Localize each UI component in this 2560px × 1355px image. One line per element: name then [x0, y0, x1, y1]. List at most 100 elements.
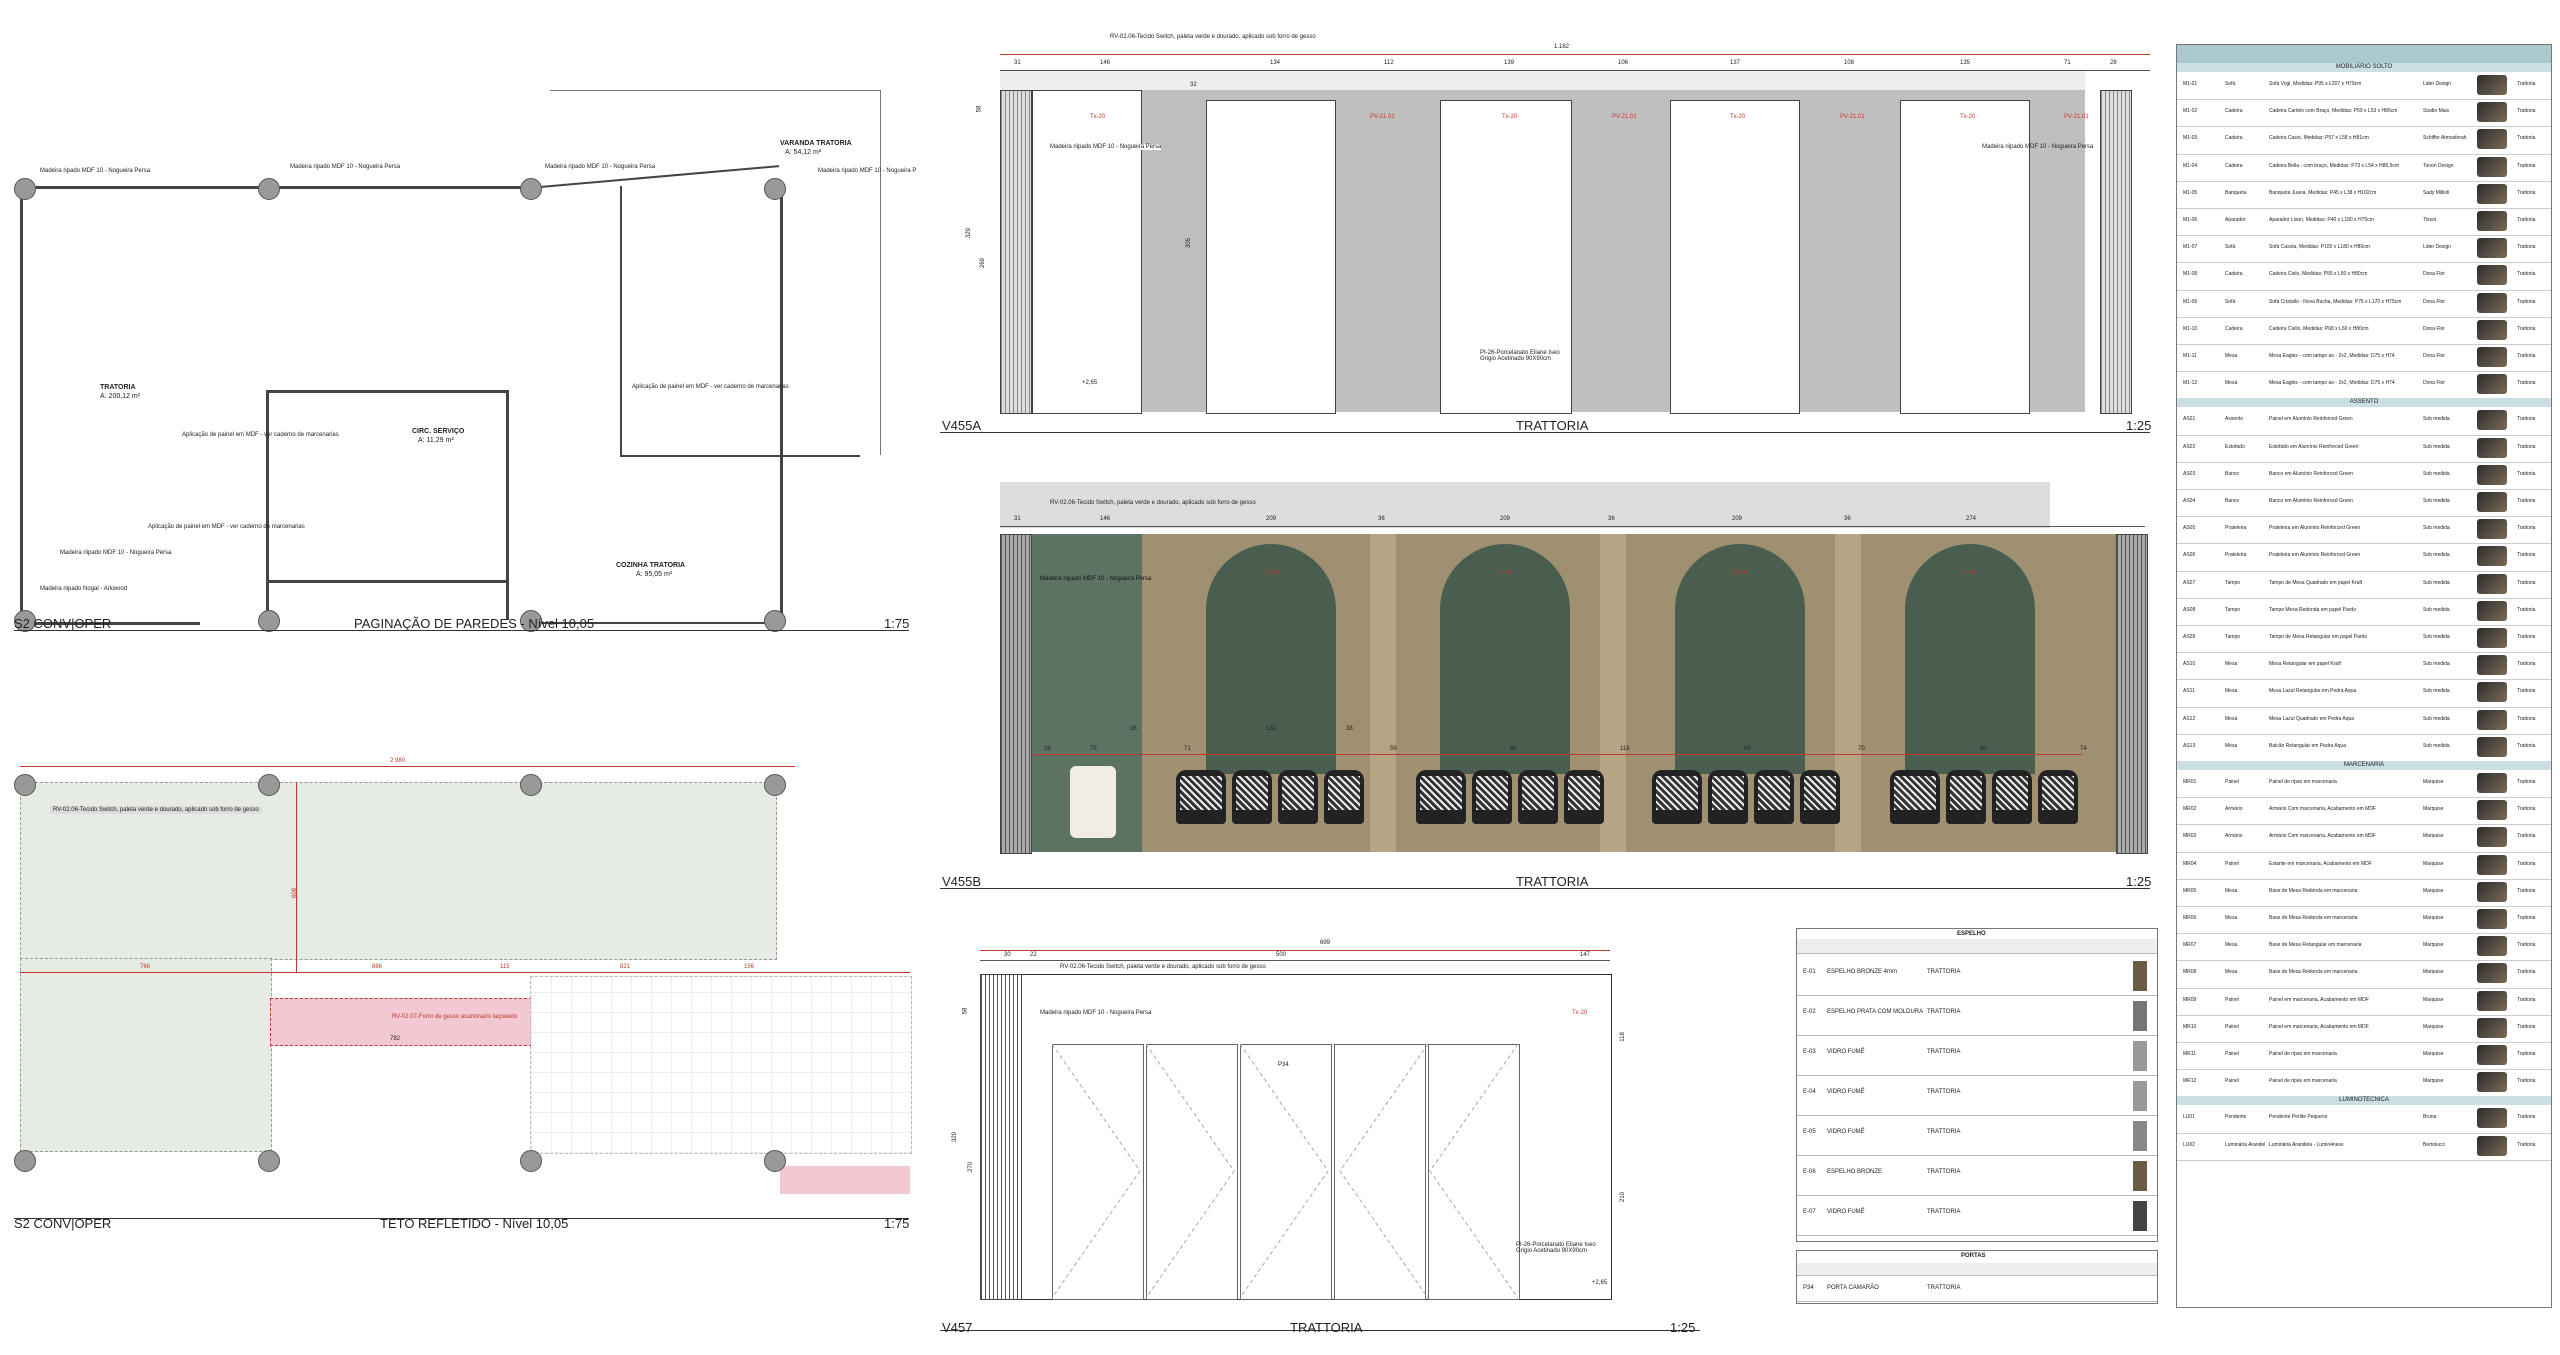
cell-supplier: Dona Flor: [2423, 380, 2445, 387]
room-name: VARANDA TRATORIA: [780, 140, 852, 147]
armchair: [1992, 770, 2032, 824]
cell-item: Sofá: [2225, 298, 2236, 305]
cell-code: M1-10: [2183, 325, 2198, 332]
dimension-label: 156: [744, 964, 755, 970]
dimension-label: 80: [1510, 746, 1517, 752]
furniture-thumbnail: [2477, 881, 2507, 902]
furniture-thumbnail: [2477, 238, 2507, 259]
vertical-dimension: 118: [1619, 1032, 1626, 1042]
cell-item: Painel: [2225, 1023, 2239, 1030]
slatted-wood-panel: [1000, 90, 1032, 414]
material-thumbnail: [2133, 961, 2147, 991]
furniture-thumbnail: [2477, 800, 2507, 821]
cell-desc: Armário Com marcenaria, Acabamento em MD…: [2269, 806, 2376, 813]
dimension-label: 29: [1044, 746, 1051, 752]
schedule-row: M1-08 Cadeira Cadeira Cielo, Medidas: P55 …: [2177, 262, 2551, 291]
armchair: [1800, 770, 1840, 824]
furniture-thumbnail: [2477, 628, 2507, 648]
schedule-row: AS04 Banco Banco em Alumínio Reinforced Gr…: [2177, 489, 2551, 518]
dimension-line: [1000, 526, 2145, 527]
vertical-dimension: 269: [980, 257, 987, 269]
wall-veranda-outline: [550, 90, 880, 91]
cell-code: M1-07: [2183, 244, 2198, 251]
drawing-title: TRATTORIA: [1290, 1320, 1363, 1335]
finish-tag: PV-21.01: [2064, 114, 2089, 120]
cell-loc: Trattoria: [2517, 217, 2536, 223]
cell-supplier: Marquise: [2423, 1023, 2444, 1030]
cell-loc: TRATTORIA: [1927, 1089, 1961, 1095]
material-thumbnail: [2133, 1041, 2147, 1071]
cell-code: AS11: [2183, 688, 2195, 695]
cell-loc: Trattoria: [2517, 298, 2536, 305]
dimension-line: [296, 782, 297, 972]
furniture-thumbnail: [2477, 655, 2507, 676]
cell-item: Cadeira: [2225, 271, 2243, 278]
cell-desc: Cadeira Casio, Medidas: P57 x L58 x H81c…: [2269, 135, 2369, 142]
wall-north: [20, 186, 540, 189]
cell-loc: Trattoria: [2517, 779, 2536, 785]
cell-supplier: Sob medida: [2423, 634, 2450, 640]
cell-supplier: Sob medida: [2423, 579, 2450, 586]
cell-loc: Trattoria: [2517, 271, 2536, 278]
furniture-thumbnail: [2477, 319, 2507, 340]
cell-supplier: Sob medida: [2423, 416, 2450, 423]
dimension-label: 132: [1266, 726, 1277, 732]
cell-supplier: Bruna: [2423, 1114, 2437, 1121]
cell-item: Aparador: [2225, 217, 2246, 223]
cell-code: MR12: [2183, 1078, 2197, 1085]
schedule-row: M1-10 Cadeira Cadeira Ciello, Medidas: P68…: [2177, 317, 2551, 345]
cell-loc: Trattoria: [2517, 498, 2536, 504]
cell-supplier: Sob medida: [2423, 715, 2450, 722]
drawing-scale: 1:25: [2126, 874, 2152, 889]
dimension-label: 147: [1580, 952, 1591, 958]
arched-niche: [1206, 544, 1336, 774]
material-note: PI-26-Porcelanato Eliane Iseo Grigio Ace…: [1480, 350, 1570, 362]
cell-supplier: Marquise: [2423, 833, 2444, 840]
cell-item: Banco: [2225, 470, 2240, 477]
cell-supplier: Sob medida: [2423, 552, 2450, 559]
schedule-row: MR04 Painel Estante em marcenaria, Acabame…: [2177, 852, 2551, 880]
cell-item: Tampo: [2225, 634, 2241, 640]
cell-loc: TRATTORIA: [1927, 1209, 1961, 1215]
elevation-v455a: RV-02.06-Tecido Switch, paleta verde e d…: [940, 20, 2152, 440]
furniture-thumbnail: [2477, 265, 2507, 286]
material-note: Madeira riipado MDF 10 - Nogueira Persa: [60, 550, 172, 556]
cell-loc: Trattoria: [2517, 688, 2536, 695]
armchair: [1416, 770, 1466, 824]
cell-desc: Armário Com marcenaria, Acabamento em MD…: [2269, 833, 2376, 840]
finish-tag: Tx-20: [1262, 570, 1278, 576]
room-name: TRATORIA: [100, 384, 136, 391]
cell-loc: Trattoria: [2517, 606, 2536, 613]
cell-item: Cadeira: [2225, 135, 2243, 142]
cell-loc: Trattoria: [2517, 715, 2536, 722]
cell-desc: Painel de ripas em marcenaria: [2269, 779, 2337, 785]
dimension-label: 821: [620, 964, 631, 970]
drawing-scale: 1:25: [2126, 418, 2152, 433]
finish-tag: PV-21.01: [1840, 114, 1865, 120]
wall-panel: [1440, 100, 1572, 414]
dimension-label: 866: [372, 964, 383, 970]
room-area: A: 11,29 m²: [418, 437, 454, 444]
dimension-label: 28: [2110, 60, 2117, 66]
furniture-thumbnail: [2477, 600, 2507, 621]
drawing-scale: 1:75: [884, 616, 910, 631]
cell-supplier: Sady Millioli: [2423, 189, 2450, 196]
dimension-line: [20, 766, 795, 767]
cell-code: MR08: [2183, 969, 2197, 976]
schedule-row: AS01 Assento Painel em Alumínio Reinforced…: [2177, 407, 2551, 436]
dimension-label: 75: [1090, 746, 1097, 752]
cell-code: AS04: [2183, 498, 2196, 504]
cell-item: Banco: [2225, 498, 2240, 504]
door-schedule-table: PORTAS P34 PORTA CAMARÃO TRATTORIA: [1796, 1250, 2158, 1304]
cell-desc: Tampo Mesa Redonda em papel Pardo: [2269, 606, 2356, 613]
vertical-dimension: 329: [966, 227, 973, 239]
slatted-wood-panel: [2100, 90, 2132, 414]
pillar: [1370, 534, 1396, 852]
material-note: Madeira riipado Nogal - Arkwood: [40, 586, 128, 592]
dimension-label: 38: [1346, 726, 1353, 732]
cell-item: Mesa: [2225, 942, 2238, 949]
material-thumbnail: [2133, 1081, 2147, 1111]
cell-supplier: Marquise: [2423, 887, 2444, 894]
ceiling-note: RV-02.06-Tecido Switch, paleta verde e d…: [50, 806, 262, 814]
table-row: E-02 ESPELHO PRATA COM MOLDURA TRATTORIA: [1797, 995, 2157, 1036]
